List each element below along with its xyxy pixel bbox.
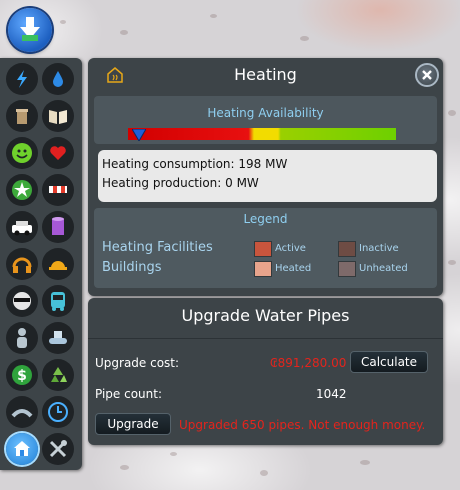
- tools-icon[interactable]: [42, 433, 74, 465]
- upgrade-cost-label: Upgrade cost:: [95, 356, 180, 370]
- recycle-icon[interactable]: [42, 359, 74, 391]
- availability-marker-icon: [130, 126, 147, 145]
- police-car-icon[interactable]: [6, 211, 38, 243]
- heating-icon[interactable]: [6, 433, 38, 465]
- person-icon[interactable]: [6, 322, 38, 354]
- road-icon[interactable]: [6, 396, 38, 428]
- arrow-down-icon: [20, 17, 40, 41]
- divider: [88, 338, 443, 339]
- calculate-button[interactable]: Calculate: [350, 351, 428, 373]
- snow-speck: [360, 460, 370, 465]
- upgrade-pipes-panel: Upgrade Water Pipes Upgrade cost: ₢891,2…: [88, 298, 443, 445]
- clock-icon[interactable]: [42, 396, 74, 428]
- panel-header: Heating: [88, 58, 443, 92]
- smiley-icon[interactable]: [6, 137, 38, 169]
- garbage-icon[interactable]: [6, 100, 38, 132]
- close-button[interactable]: [415, 63, 439, 87]
- windsock-icon[interactable]: [42, 174, 74, 206]
- snow-speck: [300, 36, 309, 41]
- legend-category-facilities: Heating Facilities: [102, 240, 213, 255]
- stats-box: Heating consumption: 198 MW Heating prod…: [98, 150, 437, 202]
- availability-bar: [128, 128, 396, 140]
- criminal-icon[interactable]: [6, 285, 38, 317]
- upgrade-status-message: Upgraded 650 pipes. Not enough money.: [179, 418, 426, 432]
- svg-text:$: $: [17, 368, 27, 384]
- swatch-active: [254, 241, 272, 257]
- heart-icon[interactable]: [42, 137, 74, 169]
- snow-speck: [120, 465, 129, 470]
- legend-category-buildings: Buildings: [102, 260, 162, 275]
- legend-label-inactive: Inactive: [359, 243, 399, 254]
- book-icon[interactable]: [42, 100, 74, 132]
- electricity-icon[interactable]: [6, 63, 38, 95]
- upgrade-cost-value: ₢891,280.00: [270, 356, 347, 370]
- legend-title: Legend: [243, 212, 288, 226]
- pipe-count-label: Pipe count:: [95, 387, 163, 401]
- info-views-toolbar: $: [0, 58, 82, 470]
- snow-speck: [448, 260, 456, 265]
- panel-title: Heating: [234, 65, 297, 84]
- menu-logo-button[interactable]: [8, 8, 52, 52]
- water-drop-icon[interactable]: [42, 63, 74, 95]
- pipe-count-value: 1042: [316, 387, 347, 401]
- upgrade-button[interactable]: Upgrade: [95, 413, 171, 435]
- snow-speck: [448, 110, 456, 116]
- star-icon[interactable]: [6, 174, 38, 206]
- upgrade-panel-title: Upgrade Water Pipes: [181, 306, 350, 325]
- consumption-text: Heating consumption: 198 MW: [102, 157, 288, 171]
- headphones-icon[interactable]: [6, 248, 38, 280]
- availability-label: Heating Availability: [207, 106, 324, 120]
- hardhat-icon[interactable]: [42, 248, 74, 280]
- swatch-unheated: [338, 261, 356, 277]
- snow-speck: [260, 470, 268, 476]
- legend: Legend Heating Facilities Buildings Acti…: [94, 208, 437, 288]
- money-icon[interactable]: $: [6, 359, 38, 391]
- bus-icon[interactable]: [42, 285, 74, 317]
- cylinder-icon[interactable]: [42, 211, 74, 243]
- legend-label-unheated: Unheated: [359, 263, 408, 274]
- snow-speck: [210, 14, 217, 18]
- heating-panel: Heating Heating Availability Heating con…: [88, 58, 443, 296]
- legend-label-active: Active: [275, 243, 306, 254]
- snow-speck: [170, 452, 177, 456]
- legend-label-heated: Heated: [275, 263, 312, 274]
- swatch-heated: [254, 261, 272, 277]
- snow-speck: [60, 20, 66, 24]
- production-text: Heating production: 0 MW: [102, 176, 259, 190]
- snow-speck: [120, 30, 128, 35]
- swatch-inactive: [338, 241, 356, 257]
- conveyor-icon[interactable]: [42, 322, 74, 354]
- close-icon: [422, 70, 432, 80]
